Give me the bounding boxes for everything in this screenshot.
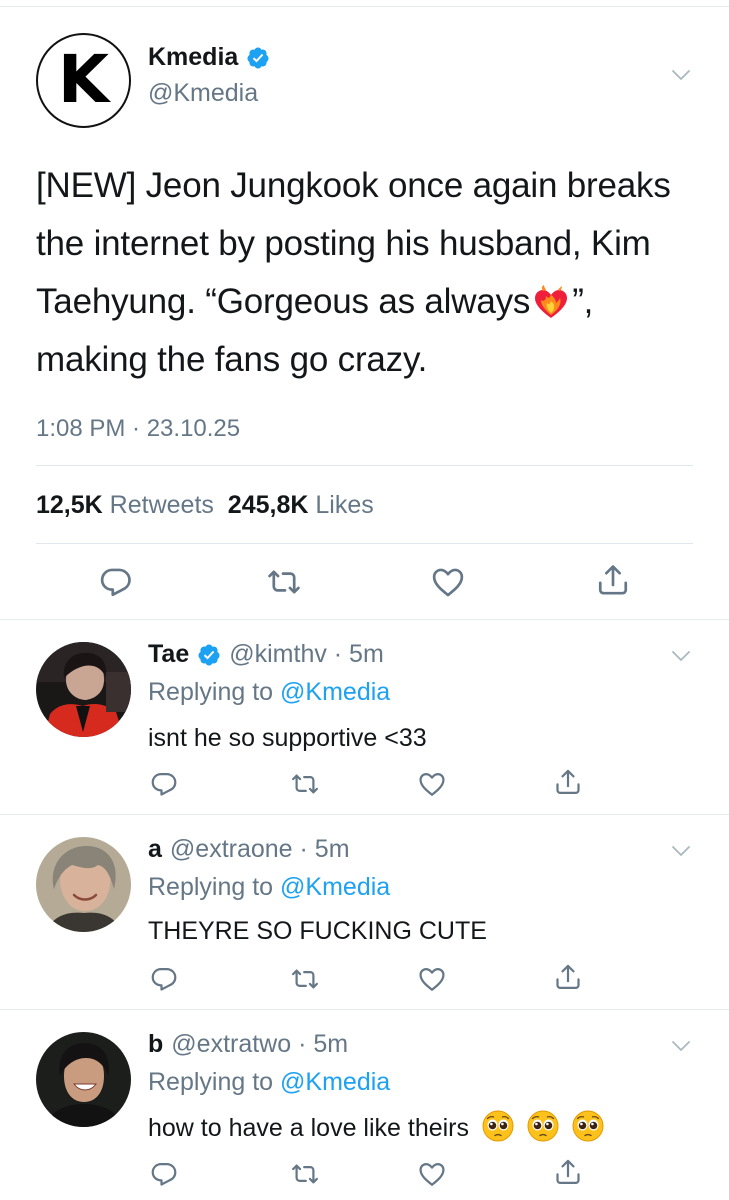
share-icon[interactable] [554, 963, 582, 991]
reply-author-row: b @extratwo · 5m [148, 1030, 348, 1059]
reply-author-row: a @extraone · 5m [148, 835, 350, 864]
main-tweet: K Kmedia @Kmedia [NEW] Jeon Jungkook onc… [0, 7, 729, 619]
main-handle[interactable]: @Kmedia [148, 79, 258, 108]
like-heart-icon[interactable] [418, 1160, 446, 1188]
main-display-name[interactable]: Kmedia [148, 43, 238, 72]
reply-display-name[interactable]: a [148, 835, 162, 864]
tweet-stats: 12,5K Retweets 245,8K Likes [36, 491, 374, 520]
chevron-down-icon[interactable] [671, 69, 691, 81]
retweet-icon[interactable] [267, 565, 301, 599]
kmedia-avatar[interactable]: K [36, 33, 131, 128]
chevron-down-icon[interactable] [671, 650, 691, 662]
tweet-timestamp[interactable]: 1:08 PM · 23.10.25 [36, 415, 240, 443]
replying-to-label: Replying to [148, 678, 274, 706]
reply-text: how to have a love like theirs [148, 1114, 470, 1142]
avatar-letter: K [57, 40, 110, 118]
replying-to-label: Replying to [148, 873, 274, 901]
reply-text: isnt he so supportive <33 [148, 724, 427, 752]
reply-author-row: Tae @kimthv · 5m [148, 640, 384, 669]
reply-text: THEYRE SO FUCKING CUTE [148, 917, 487, 945]
replying-to: Replying to @Kmedia [148, 873, 390, 902]
replying-to: Replying to @Kmedia [148, 678, 390, 707]
like-heart-icon[interactable] [431, 565, 465, 599]
reply-tweet[interactable]: Tae @kimthv · 5m Replying to @Kmedia isn… [0, 620, 729, 814]
retweet-icon[interactable] [291, 965, 319, 993]
replying-to: Replying to @Kmedia [148, 1068, 390, 1097]
replying-to-mention[interactable]: @Kmedia [280, 1068, 390, 1096]
reply-tweet[interactable]: b @extratwo · 5m Replying to @Kmedia how… [0, 1010, 729, 1200]
heart-on-fire-icon [535, 285, 568, 318]
reply-display-name[interactable]: Tae [148, 640, 189, 669]
divider [36, 465, 693, 466]
pleading-face-icon [482, 1110, 514, 1142]
main-author-row: Kmedia [148, 43, 270, 72]
pleading-face-icon [527, 1110, 559, 1142]
reply-tweet[interactable]: a @extraone · 5m Replying to @Kmedia THE… [0, 815, 729, 1009]
reply-handle-time[interactable]: @extraone · 5m [170, 835, 350, 864]
share-icon[interactable] [596, 563, 630, 597]
tweet-text: [NEW] Jeon Jungkook once again breaks th… [36, 157, 706, 389]
reply-handle-time[interactable]: @extratwo · 5m [171, 1030, 348, 1059]
avatar[interactable] [36, 837, 131, 932]
retweet-icon[interactable] [291, 1160, 319, 1188]
pleading-face-icon [572, 1110, 604, 1142]
reply-handle-time[interactable]: @kimthv · 5m [229, 640, 384, 669]
reply-icon[interactable] [151, 965, 179, 993]
retweet-icon[interactable] [291, 770, 319, 798]
replying-to-mention[interactable]: @Kmedia [280, 678, 390, 706]
chevron-down-icon[interactable] [671, 1040, 691, 1052]
avatar[interactable] [36, 1032, 131, 1127]
share-icon[interactable] [554, 1158, 582, 1186]
verified-badge-icon [246, 46, 270, 70]
retweets-label[interactable]: Retweets [110, 491, 214, 519]
likes-count[interactable]: 245,8K [228, 491, 309, 519]
like-heart-icon[interactable] [418, 770, 446, 798]
replying-to-mention[interactable]: @Kmedia [280, 873, 390, 901]
replying-to-label: Replying to [148, 1068, 274, 1096]
retweets-count[interactable]: 12,5K [36, 491, 103, 519]
avatar[interactable] [36, 642, 131, 737]
divider [36, 543, 693, 544]
verified-badge-icon [197, 643, 221, 667]
reply-display-name[interactable]: b [148, 1030, 163, 1059]
reply-icon[interactable] [151, 1160, 179, 1188]
reply-icon[interactable] [151, 770, 179, 798]
share-icon[interactable] [554, 768, 582, 796]
likes-label[interactable]: Likes [315, 491, 373, 519]
chevron-down-icon[interactable] [671, 845, 691, 857]
like-heart-icon[interactable] [418, 965, 446, 993]
reply-icon[interactable] [100, 565, 134, 599]
reply-text-row: how to have a love like theirs [148, 1110, 604, 1143]
